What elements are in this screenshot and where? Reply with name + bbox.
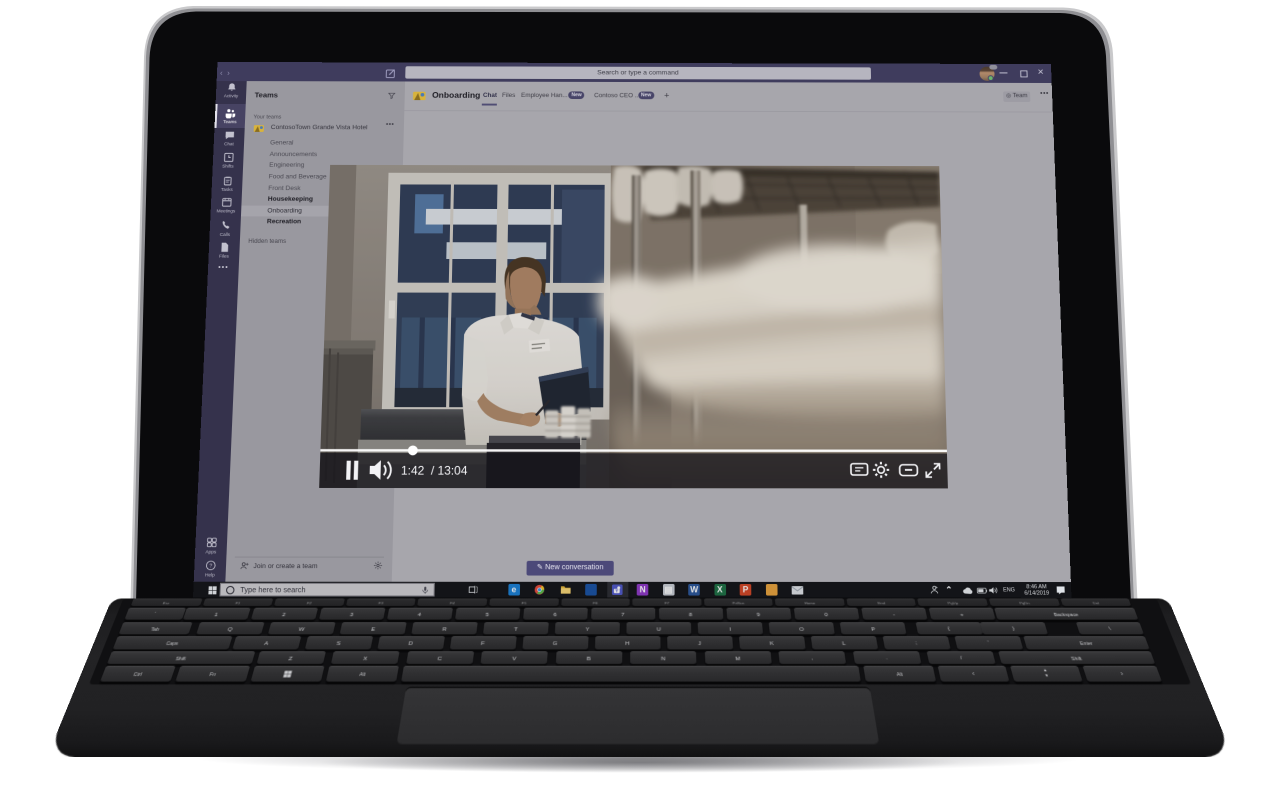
svg-text:1:42 / 13:04: 1:42 / 13:04 (401, 465, 468, 478)
svg-text:?: ? (209, 563, 213, 569)
